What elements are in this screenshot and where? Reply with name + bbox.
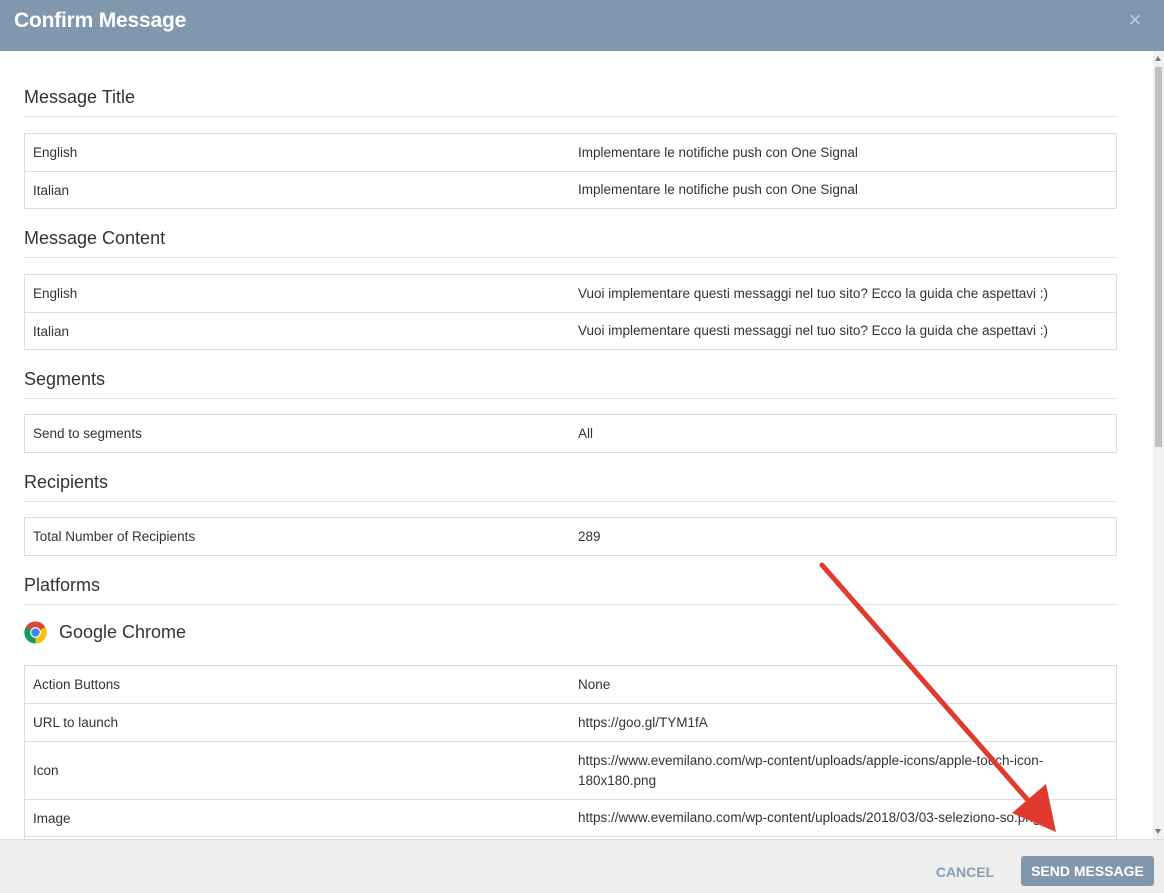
- scroll-up-icon[interactable]: [1155, 56, 1161, 61]
- row-value: Vuoi implementare questi messaggi nel tu…: [578, 285, 1049, 301]
- cancel-button[interactable]: CANCEL: [926, 857, 1004, 887]
- row-key: English: [33, 145, 78, 160]
- message-content-table: English Vuoi implementare questi messagg…: [24, 274, 1117, 350]
- chrome-icon: [24, 621, 47, 644]
- row-value: https://www.evemilano.com/wp-content/upl…: [578, 752, 1044, 788]
- message-title-table: English Implementare le notifiche push c…: [24, 133, 1117, 209]
- table-row: Italian Vuoi implementare questi messagg…: [25, 312, 1116, 349]
- row-value: Implementare le notifiche push con One S…: [578, 182, 858, 197]
- row-key: Icon: [33, 763, 59, 778]
- row-value: All: [578, 425, 594, 441]
- scroll-down-icon[interactable]: [1155, 829, 1161, 834]
- scroll-thumb[interactable]: [1155, 67, 1162, 447]
- row-key: Image: [33, 810, 71, 826]
- dialog-title: Confirm Message: [14, 9, 187, 32]
- row-value: https://goo.gl/TYM1fA: [578, 714, 708, 730]
- segments-table: Send to segments All: [24, 414, 1117, 453]
- table-row: Image https://www.evemilano.com/wp-conte…: [25, 799, 1116, 836]
- row-value: https://www.evemilano.com/wp-content/upl…: [578, 810, 1041, 825]
- table-row: Icon https://www.evemilano.com/wp-conten…: [25, 741, 1116, 799]
- row-key: Send to segments: [33, 426, 142, 441]
- row-value: Vuoi implementare questi messaggi nel tu…: [578, 323, 1049, 338]
- platform-name: Google Chrome: [59, 622, 187, 642]
- table-row: URL to launch https://goo.gl/TYM1fA: [25, 703, 1116, 741]
- row-value: Implementare le notifiche push con One S…: [578, 144, 858, 160]
- row-key: Italian: [33, 182, 70, 198]
- close-icon[interactable]: ×: [1124, 9, 1146, 32]
- platform-heading: Google Chrome: [24, 621, 186, 644]
- section-title-segments: Segments: [24, 369, 1117, 399]
- row-value: None: [578, 676, 611, 692]
- table-row: English Implementare le notifiche push c…: [25, 134, 1116, 171]
- row-value: 289: [578, 528, 601, 544]
- table-row: Total Number of Recipients 289: [25, 518, 1116, 555]
- table-row: Action Buttons None: [25, 666, 1116, 703]
- send-message-button[interactable]: SEND MESSAGE: [1021, 856, 1154, 886]
- row-key: Total Number of Recipients: [33, 529, 196, 544]
- platform-chrome-table: Action Buttons None URL to launch https:…: [24, 665, 1117, 839]
- table-row: Italian Implementare le notifiche push c…: [25, 171, 1116, 208]
- section-title-recipients: Recipients: [24, 472, 1117, 502]
- section-title-message-content: Message Content: [24, 228, 1117, 258]
- row-key: English: [33, 286, 78, 301]
- row-key: Action Buttons: [33, 677, 121, 692]
- section-title-platforms: Platforms: [24, 575, 1117, 605]
- dialog-header: Confirm Message ×: [0, 0, 1164, 51]
- vertical-scrollbar[interactable]: [1153, 51, 1164, 839]
- recipients-table: Total Number of Recipients 289: [24, 517, 1117, 556]
- dialog-footer: CANCEL SEND MESSAGE: [0, 839, 1164, 893]
- section-title-message-title: Message Title: [24, 87, 1117, 117]
- row-key: URL to launch: [33, 715, 119, 730]
- table-row: Send to segments All: [25, 415, 1116, 452]
- dialog-body[interactable]: Message Title English Implementare le no…: [0, 51, 1153, 839]
- table-row: English Vuoi implementare questi messagg…: [25, 275, 1116, 312]
- row-key: Italian: [33, 323, 70, 339]
